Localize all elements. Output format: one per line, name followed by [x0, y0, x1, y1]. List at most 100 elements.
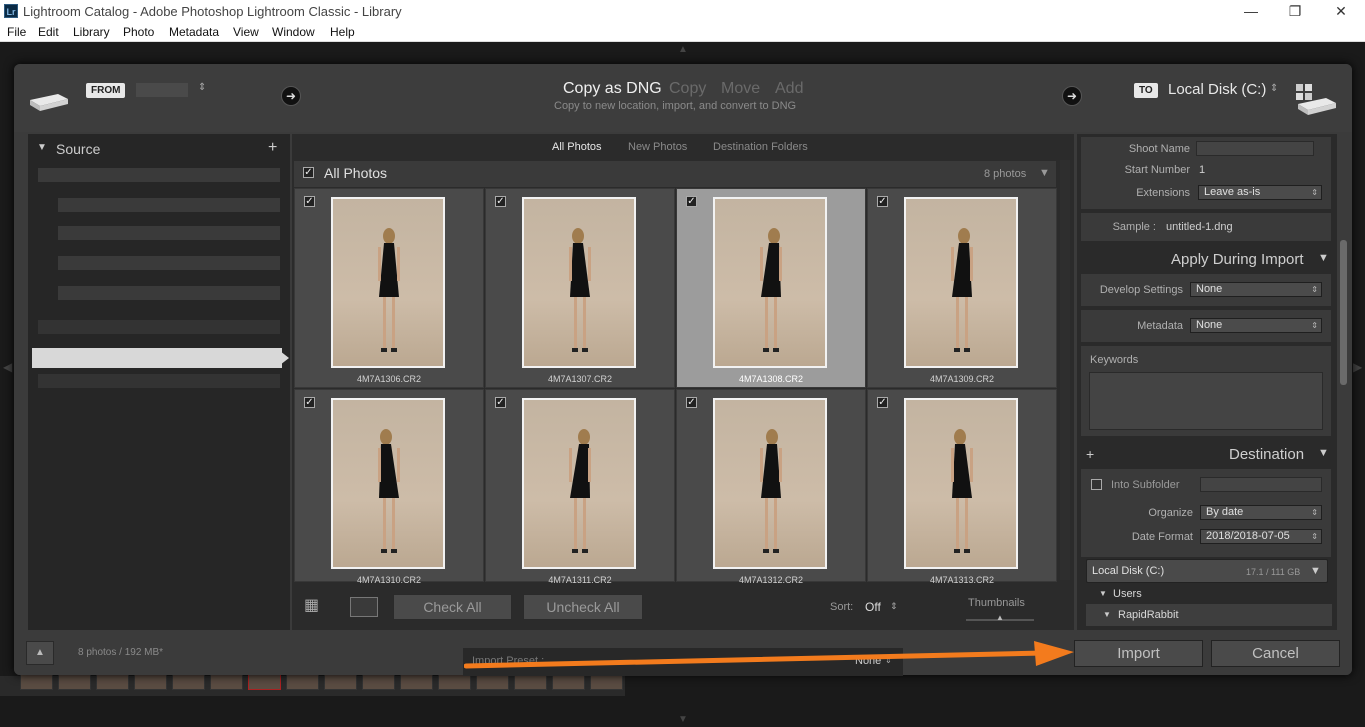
- source-folder-item[interactable]: [38, 374, 280, 388]
- mode-add[interactable]: Add: [775, 80, 803, 98]
- shoot-name-field[interactable]: [1196, 141, 1314, 156]
- bottom-panel-toggle-icon[interactable]: ▼: [678, 714, 688, 725]
- filmstrip-thumbnail[interactable]: [286, 673, 319, 690]
- collapse-group-icon[interactable]: ▼: [1039, 167, 1050, 179]
- subfolder-name-field[interactable]: [1200, 477, 1322, 492]
- restore-button[interactable]: ❐: [1284, 2, 1306, 20]
- photo-cell[interactable]: ✓ 4M7A1312.CR2: [676, 389, 866, 585]
- folder-users[interactable]: Users: [1113, 588, 1142, 600]
- tab-new-photos[interactable]: New Photos: [628, 141, 687, 153]
- photo-checkbox[interactable]: ✓: [686, 196, 697, 207]
- photo-checkbox[interactable]: ✓: [495, 397, 506, 408]
- destination-arrow-icon[interactable]: ➜: [1062, 86, 1082, 106]
- photo-cell[interactable]: ✓ 4M7A1307.CR2: [485, 188, 675, 388]
- source-folder-selected[interactable]: [32, 348, 282, 368]
- photo-thumbnail[interactable]: [713, 197, 827, 368]
- menu-edit[interactable]: Edit: [38, 25, 59, 39]
- menu-photo[interactable]: Photo: [123, 25, 154, 39]
- right-panel-toggle-icon[interactable]: ▶: [1353, 360, 1362, 374]
- photo-thumbnail[interactable]: [331, 398, 445, 569]
- photo-cell[interactable]: ✓ 4M7A1313.CR2: [867, 389, 1057, 585]
- users-expand-icon[interactable]: ▼: [1099, 589, 1107, 598]
- tab-all-photos[interactable]: All Photos: [552, 141, 602, 153]
- right-panel-scrollbar[interactable]: [1340, 240, 1347, 385]
- photo-thumbnail[interactable]: [522, 197, 636, 368]
- filmstrip-thumbnail[interactable]: [362, 673, 395, 690]
- filmstrip-thumbnail[interactable]: [134, 673, 167, 690]
- thumbnail-slider-handle[interactable]: ▲: [996, 613, 1004, 622]
- left-panel-toggle-icon[interactable]: ◀: [3, 360, 12, 374]
- photo-cell[interactable]: ✓ 4M7A1306.CR2: [294, 188, 484, 388]
- mode-copy[interactable]: Copy: [669, 80, 706, 98]
- cancel-button[interactable]: Cancel: [1211, 640, 1340, 667]
- import-button[interactable]: Import: [1074, 640, 1203, 667]
- photo-thumbnail[interactable]: [904, 398, 1018, 569]
- mode-copy-as-dng[interactable]: Copy as DNG: [563, 80, 662, 98]
- all-photos-checkbox[interactable]: ✓: [303, 167, 314, 178]
- destination-drive-name[interactable]: Local Disk (C:): [1168, 81, 1266, 98]
- develop-settings-select[interactable]: None ⇕: [1190, 282, 1322, 297]
- filmstrip-thumbnail[interactable]: [400, 673, 433, 690]
- keywords-field[interactable]: [1089, 372, 1323, 430]
- photo-checkbox[interactable]: ✓: [304, 196, 315, 207]
- source-folder-item[interactable]: [58, 198, 280, 212]
- filmstrip-thumbnail[interactable]: [248, 673, 281, 690]
- expand-dialog-icon[interactable]: ▲: [26, 641, 54, 665]
- source-collapse-icon[interactable]: ▼: [37, 142, 47, 153]
- close-window-button[interactable]: ✕: [1330, 2, 1352, 20]
- grid-view-icon[interactable]: ▦: [304, 597, 334, 617]
- source-folder-item[interactable]: [58, 226, 280, 240]
- grid-scrollbar[interactable]: [1060, 160, 1070, 580]
- disk-expand-icon[interactable]: ▼: [1310, 565, 1321, 577]
- check-all-button[interactable]: Check All: [393, 594, 512, 620]
- apply-collapse-icon[interactable]: ▼: [1318, 252, 1329, 264]
- photo-checkbox[interactable]: ✓: [495, 196, 506, 207]
- photo-checkbox[interactable]: ✓: [877, 397, 888, 408]
- sort-updown-icon[interactable]: ⇕: [890, 601, 898, 612]
- minimize-button[interactable]: —: [1240, 2, 1262, 20]
- photo-thumbnail[interactable]: [904, 197, 1018, 368]
- extensions-select[interactable]: Leave as-is ⇕: [1198, 185, 1322, 200]
- menu-metadata[interactable]: Metadata: [169, 25, 219, 39]
- source-folder-item[interactable]: [58, 286, 280, 300]
- photo-checkbox[interactable]: ✓: [877, 196, 888, 207]
- photo-checkbox[interactable]: ✓: [686, 397, 697, 408]
- filmstrip-thumbnail[interactable]: [210, 673, 243, 690]
- destination-menu-updown-icon[interactable]: ⇕: [1270, 83, 1278, 94]
- folder-rapidrabbit[interactable]: RapidRabbit: [1118, 609, 1179, 621]
- menu-help[interactable]: Help: [330, 25, 355, 39]
- loupe-view-icon[interactable]: [350, 597, 378, 617]
- photo-cell[interactable]: ✓ 4M7A1309.CR2: [867, 188, 1057, 388]
- destination-add-icon[interactable]: +: [1086, 446, 1094, 462]
- photo-thumbnail[interactable]: [331, 197, 445, 368]
- sort-value[interactable]: Off: [865, 600, 881, 614]
- photo-thumbnail[interactable]: [713, 398, 827, 569]
- menu-library[interactable]: Library: [73, 25, 110, 39]
- source-device-name[interactable]: [136, 83, 188, 97]
- source-add-icon[interactable]: +: [268, 139, 277, 157]
- top-panel-toggle-icon[interactable]: ▲: [678, 44, 688, 55]
- menu-view[interactable]: View: [233, 25, 259, 39]
- photo-cell[interactable]: ✓ 4M7A1311.CR2: [485, 389, 675, 585]
- filmstrip-thumbnail[interactable]: [58, 673, 91, 690]
- destination-collapse-icon[interactable]: ▼: [1318, 447, 1329, 459]
- photo-thumbnail[interactable]: [522, 398, 636, 569]
- source-menu-updown-icon[interactable]: ⇕: [198, 82, 206, 93]
- into-subfolder-checkbox[interactable]: [1091, 479, 1102, 490]
- photo-checkbox[interactable]: ✓: [304, 397, 315, 408]
- rapidrabbit-expand-icon[interactable]: ▼: [1103, 610, 1111, 619]
- filmstrip-thumbnail[interactable]: [96, 673, 129, 690]
- filmstrip-thumbnail[interactable]: [172, 673, 205, 690]
- filmstrip-thumbnail[interactable]: [20, 673, 53, 690]
- date-format-select[interactable]: 2018/2018-07-05 ⇕: [1200, 529, 1322, 544]
- metadata-select[interactable]: None ⇕: [1190, 318, 1322, 333]
- filmstrip-thumbnail[interactable]: [324, 673, 357, 690]
- organize-select[interactable]: By date ⇕: [1200, 505, 1322, 520]
- source-folder-item[interactable]: [38, 320, 280, 334]
- tab-destination-folders[interactable]: Destination Folders: [713, 141, 808, 153]
- menu-window[interactable]: Window: [272, 25, 315, 39]
- photo-cell[interactable]: ✓ 4M7A1308.CR2: [676, 188, 866, 388]
- photo-cell[interactable]: ✓ 4M7A1310.CR2: [294, 389, 484, 585]
- menu-file[interactable]: File: [7, 25, 26, 39]
- source-folder-item[interactable]: [38, 168, 280, 182]
